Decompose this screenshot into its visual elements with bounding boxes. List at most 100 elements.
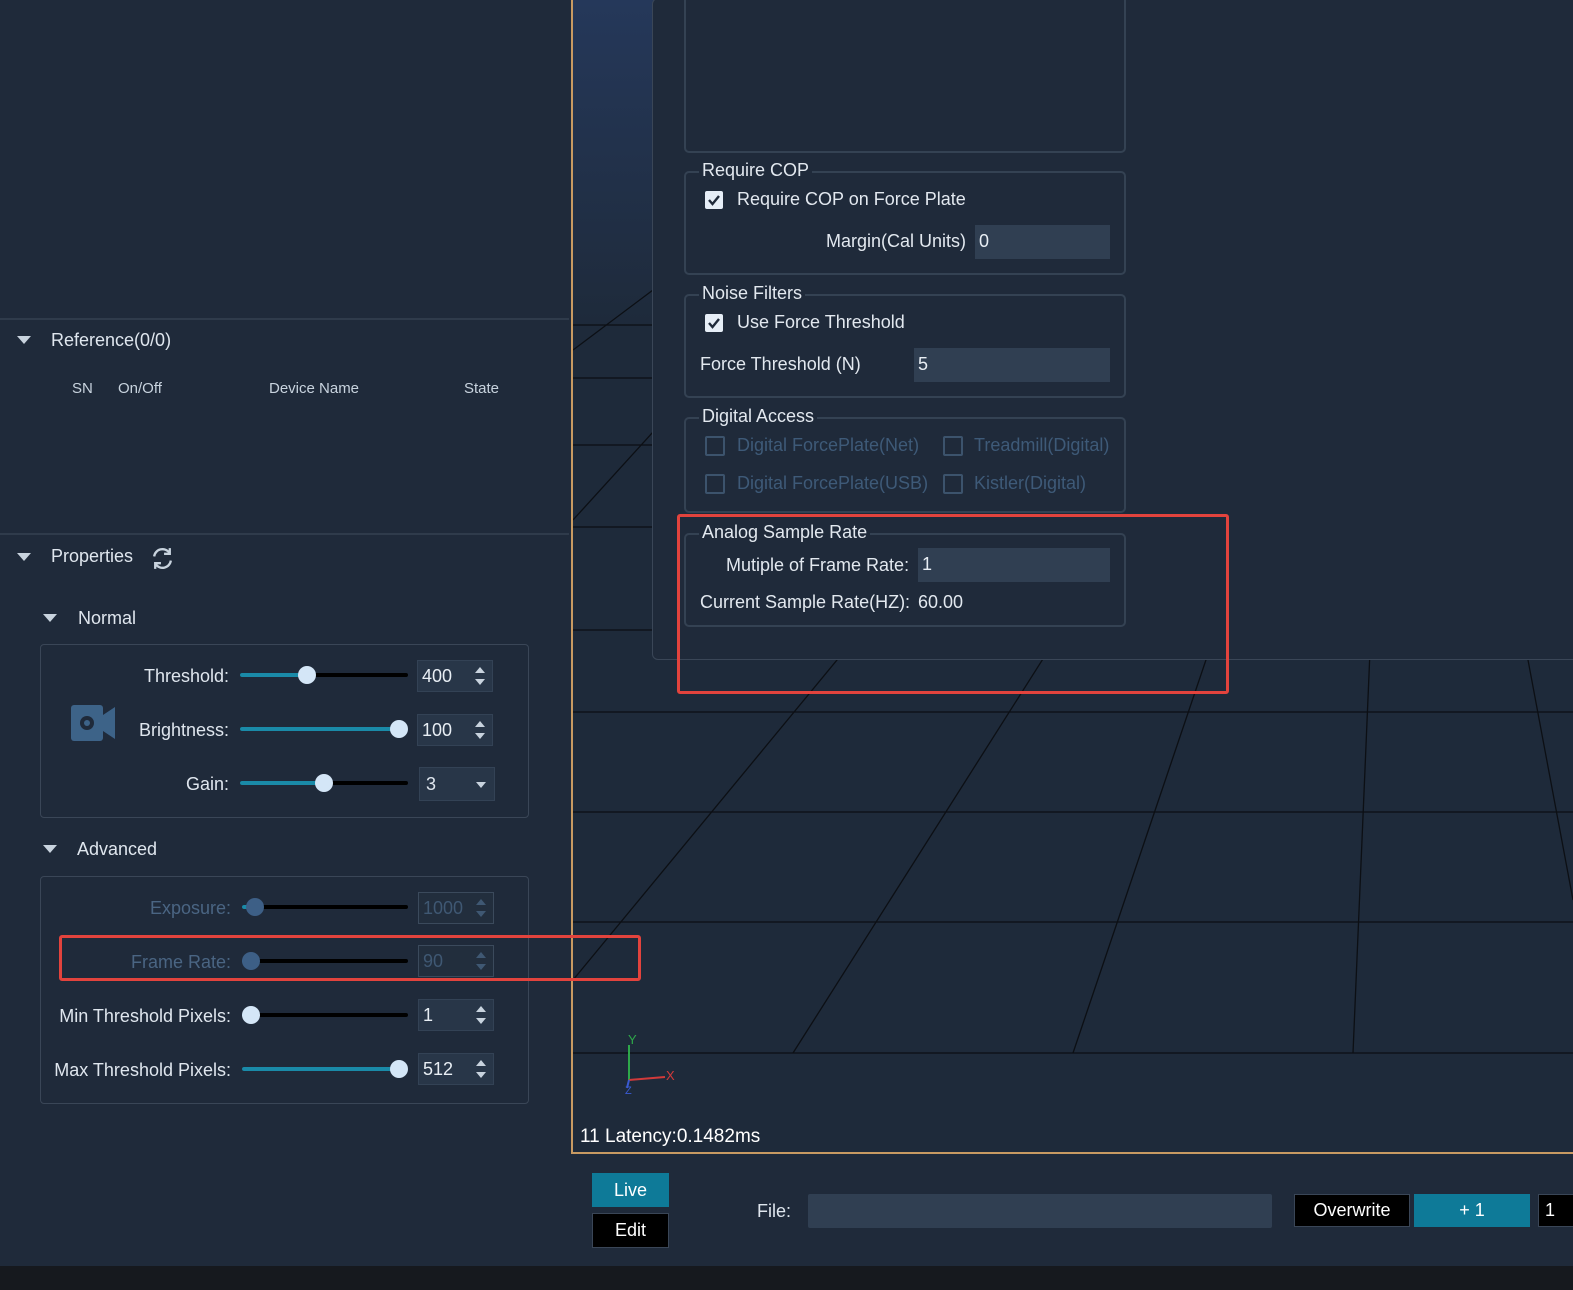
min-threshold-slider-handle[interactable] bbox=[242, 1006, 260, 1024]
highlight-analog-sample-rate bbox=[677, 514, 1229, 694]
counter-field[interactable]: 1 bbox=[1538, 1194, 1573, 1227]
exposure-slider bbox=[242, 898, 408, 916]
require-cop-label[interactable]: Require COP on Force Plate bbox=[737, 189, 966, 210]
spin-down-icon[interactable] bbox=[475, 679, 485, 685]
threshold-spinbox[interactable]: 400 bbox=[417, 660, 493, 692]
spin-up-icon[interactable] bbox=[475, 721, 485, 727]
spin-up-icon[interactable] bbox=[475, 667, 485, 673]
digital-access-title: Digital Access bbox=[699, 406, 818, 427]
axis-y-label: Y bbox=[628, 1032, 637, 1047]
require-cop-title: Require COP bbox=[699, 160, 813, 181]
noise-filters-title: Noise Filters bbox=[699, 283, 806, 304]
checkmark-icon bbox=[708, 318, 720, 329]
brightness-slider[interactable] bbox=[240, 720, 408, 738]
spin-down-icon[interactable] bbox=[475, 733, 485, 739]
axis-x-label: X bbox=[666, 1068, 675, 1083]
max-threshold-slider-fill bbox=[242, 1067, 399, 1071]
live-button[interactable]: Live bbox=[592, 1173, 669, 1207]
gain-value: 3 bbox=[426, 774, 437, 794]
brightness-label: Brightness: bbox=[138, 720, 229, 740]
spin-up-icon bbox=[476, 899, 486, 905]
threshold-slider-fill bbox=[240, 673, 308, 677]
digital-forceplate-usb-label: Digital ForcePlate(USB) bbox=[737, 473, 929, 493]
min-threshold-spinbox[interactable]: 1 bbox=[418, 999, 494, 1031]
collapse-normal-icon[interactable] bbox=[43, 614, 57, 622]
column-on-off[interactable]: On/Off bbox=[118, 380, 162, 397]
treadmill-digital-label: Treadmill(Digital) bbox=[974, 435, 1110, 455]
column-device-name[interactable]: Device Name bbox=[269, 380, 359, 397]
threshold-value: 400 bbox=[422, 666, 453, 686]
spin-up-icon[interactable] bbox=[476, 1060, 486, 1066]
noise-filters-group bbox=[684, 294, 1126, 398]
min-threshold-slider[interactable] bbox=[242, 1006, 408, 1024]
digital-forceplate-net-label: Digital ForcePlate(Net) bbox=[737, 435, 920, 455]
file-label: File: bbox=[757, 1201, 792, 1221]
taskbar bbox=[0, 1266, 1573, 1290]
reference-title[interactable]: Reference(0/0) bbox=[51, 330, 171, 351]
edit-button[interactable]: Edit bbox=[592, 1213, 669, 1248]
spin-down-icon[interactable] bbox=[476, 1072, 486, 1078]
gain-label: Gain: bbox=[185, 774, 229, 794]
exposure-label: Exposure: bbox=[149, 898, 231, 918]
properties-title: Properties bbox=[51, 546, 134, 566]
brightness-slider-fill bbox=[240, 727, 399, 731]
advanced-title: Advanced bbox=[77, 839, 158, 859]
max-threshold-label: Max Threshold Pixels: bbox=[54, 1060, 231, 1080]
require-cop-group bbox=[684, 171, 1126, 275]
spin-down-icon[interactable] bbox=[476, 1018, 486, 1024]
overwrite-button[interactable]: Overwrite bbox=[1294, 1194, 1410, 1227]
force-threshold-label: Force Threshold (N) bbox=[700, 354, 861, 374]
margin-input[interactable]: 0 bbox=[975, 225, 1110, 259]
digital-access-group bbox=[684, 417, 1126, 513]
divider bbox=[0, 318, 569, 320]
spin-up-icon[interactable] bbox=[476, 1006, 486, 1012]
treadmill-digital-checkbox bbox=[943, 436, 963, 456]
margin-value: 0 bbox=[979, 231, 990, 251]
min-threshold-label: Min Threshold Pixels: bbox=[59, 1006, 231, 1026]
max-threshold-slider-handle[interactable] bbox=[390, 1060, 408, 1078]
latency-status: 11 Latency:0.1482ms bbox=[580, 1126, 761, 1147]
use-force-threshold-checkbox[interactable] bbox=[705, 314, 723, 332]
digital-forceplate-usb-checkbox bbox=[705, 474, 725, 494]
axis-z-label: Z bbox=[625, 1085, 632, 1097]
brightness-spinbox[interactable]: 100 bbox=[417, 714, 493, 746]
require-cop-checkbox[interactable] bbox=[705, 191, 723, 209]
digital-forceplate-net-checkbox bbox=[705, 436, 725, 456]
kistler-digital-label: Kistler(Digital) bbox=[974, 473, 1087, 493]
exposure-value: 1000 bbox=[423, 898, 464, 918]
plus-one-button[interactable]: + 1 bbox=[1414, 1194, 1530, 1227]
threshold-label: Threshold: bbox=[143, 666, 229, 686]
threshold-slider[interactable] bbox=[240, 666, 408, 684]
force-threshold-value: 5 bbox=[918, 354, 929, 374]
bottom-toolbar: Live Edit File: Overwrite + 1 1 bbox=[571, 1156, 1573, 1266]
file-input[interactable] bbox=[808, 1194, 1272, 1228]
collapse-advanced-icon[interactable] bbox=[43, 845, 57, 853]
divider bbox=[0, 533, 569, 535]
chevron-down-icon[interactable] bbox=[476, 782, 486, 788]
max-threshold-value: 512 bbox=[423, 1059, 454, 1079]
kistler-digital-checkbox bbox=[943, 474, 963, 494]
max-threshold-spinbox[interactable]: 512 bbox=[418, 1053, 494, 1085]
brightness-value: 100 bbox=[422, 720, 453, 740]
highlight-frame-rate bbox=[59, 935, 641, 981]
min-threshold-value: 1 bbox=[423, 1005, 434, 1025]
gain-combobox[interactable]: 3 bbox=[419, 767, 495, 801]
gain-slider[interactable] bbox=[240, 774, 408, 792]
max-threshold-slider[interactable] bbox=[242, 1060, 408, 1078]
column-state[interactable]: State bbox=[464, 380, 499, 397]
force-threshold-input[interactable]: 5 bbox=[914, 348, 1110, 382]
normal-title: Normal bbox=[78, 608, 137, 628]
gain-slider-handle[interactable] bbox=[315, 774, 333, 792]
exposure-spinbox: 1000 bbox=[418, 892, 494, 924]
gain-slider-fill bbox=[240, 781, 324, 785]
collapse-properties-icon[interactable] bbox=[17, 553, 31, 561]
use-force-threshold-label[interactable]: Use Force Threshold bbox=[737, 312, 905, 333]
column-sn[interactable]: SN bbox=[72, 380, 93, 397]
empty-group bbox=[684, 0, 1126, 153]
collapse-reference-icon[interactable] bbox=[17, 336, 31, 344]
left-panel: Reference(0/0) SN On/Off Device Name Sta… bbox=[0, 0, 569, 1266]
brightness-slider-handle[interactable] bbox=[390, 720, 408, 738]
spin-down-icon bbox=[476, 911, 486, 917]
checkmark-icon bbox=[708, 195, 720, 206]
refresh-icon[interactable] bbox=[150, 546, 175, 571]
